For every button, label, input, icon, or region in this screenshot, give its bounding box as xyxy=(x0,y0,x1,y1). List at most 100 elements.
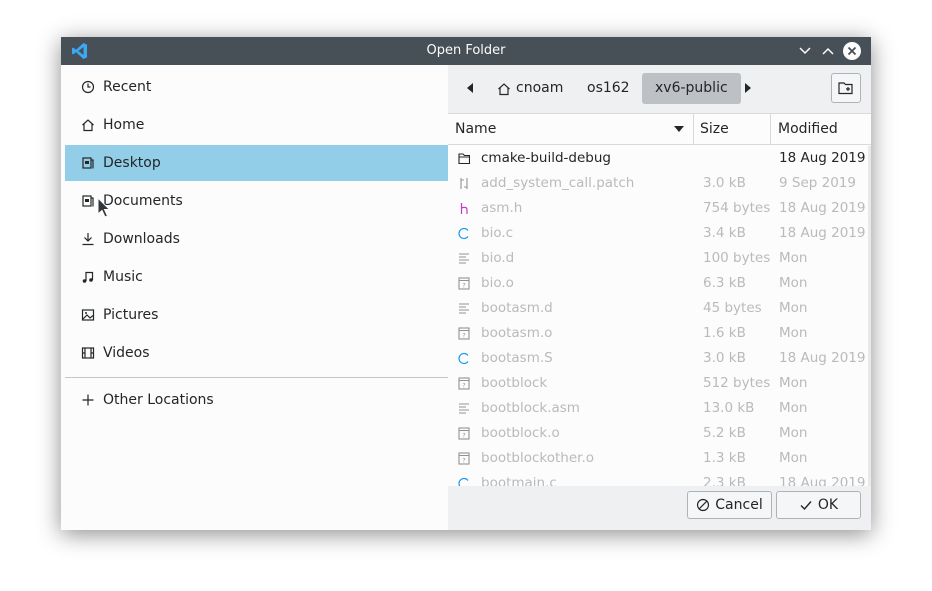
chevron-up-icon xyxy=(822,47,834,55)
file-row[interactable]: bootasm.S 3.0 kB 18 Aug 2019 xyxy=(448,346,871,371)
download-icon xyxy=(82,233,94,246)
file-name: bootblock xyxy=(481,375,548,391)
breadcrumb-label: os162 xyxy=(587,80,630,96)
sidebar-item-desktop[interactable]: Desktop xyxy=(65,145,448,181)
file-name: bio.o xyxy=(481,275,514,291)
sidebar-item-label: Videos xyxy=(103,345,150,361)
c-file-icon xyxy=(458,477,469,486)
file-size: 6.3 kB xyxy=(703,275,746,291)
videos-icon xyxy=(81,347,95,359)
unknown-file-icon: ? xyxy=(458,377,470,390)
sidebar-item-downloads[interactable]: Downloads xyxy=(65,221,448,257)
file-modified: Mon xyxy=(779,425,808,441)
ok-label: OK xyxy=(817,497,839,513)
column-header-name[interactable]: Name xyxy=(448,114,694,145)
close-icon xyxy=(843,42,861,60)
sidebar-item-label: Desktop xyxy=(103,155,161,171)
breadcrumb-item-xv6-public[interactable]: xv6-public xyxy=(642,73,741,104)
column-header-modified[interactable]: Modified xyxy=(771,114,871,145)
text-file-icon xyxy=(459,403,469,414)
patch-icon xyxy=(460,178,468,189)
svg-text:?: ? xyxy=(462,332,465,340)
title-bar[interactable]: Open Folder xyxy=(61,37,871,65)
file-modified: Mon xyxy=(779,375,808,391)
ok-button[interactable]: OK xyxy=(776,491,861,519)
unknown-file-icon: ? xyxy=(458,427,470,440)
sidebar-item-label: Recent xyxy=(103,79,152,95)
file-name: cmake-build-debug xyxy=(481,150,611,166)
file-row[interactable]: bio.c 3.4 kB 18 Aug 2019 xyxy=(448,221,871,246)
file-size: 2.3 kB xyxy=(703,475,746,486)
file-row[interactable]: ? bootblock.o 5.2 kB Mon xyxy=(448,421,871,446)
file-modified: Mon xyxy=(779,300,808,316)
text-file-icon xyxy=(459,253,469,264)
svg-text:?: ? xyxy=(462,432,465,440)
file-name: bootasm.d xyxy=(481,300,553,316)
file-list[interactable]: Name Size Modified cmake-build-debug 18 A… xyxy=(448,113,871,486)
column-header-label: Modified xyxy=(778,121,838,137)
file-row[interactable]: ? bootblock 512 bytes Mon xyxy=(448,371,871,396)
sidebar-item-music[interactable]: Music xyxy=(65,259,448,295)
file-modified: 9 Sep 2019 xyxy=(779,175,856,191)
minimize-button[interactable] xyxy=(796,42,814,60)
maximize-button[interactable] xyxy=(819,42,837,60)
triangle-left-icon xyxy=(467,83,473,93)
breadcrumb-forward-button[interactable] xyxy=(739,79,757,97)
sidebar-item-label: Downloads xyxy=(103,231,180,247)
cancel-label: Cancel xyxy=(715,497,763,513)
file-size: 13.0 kB xyxy=(703,400,755,416)
file-modified: Mon xyxy=(779,400,808,416)
file-name: asm.h xyxy=(481,200,523,216)
home-icon xyxy=(498,82,510,95)
breadcrumb-item-cnoam[interactable]: cnoam xyxy=(484,73,576,104)
file-row[interactable]: cmake-build-debug 18 Aug 2019 xyxy=(448,146,871,171)
file-size: 5.2 kB xyxy=(703,425,746,441)
new-folder-icon xyxy=(838,82,853,95)
sidebar-item-documents[interactable]: Documents xyxy=(65,183,448,219)
sidebar-item-recent[interactable]: Recent xyxy=(65,69,448,105)
file-size: 1.6 kB xyxy=(703,325,746,341)
sidebar-item-label: Other Locations xyxy=(103,392,214,408)
file-size: 3.4 kB xyxy=(703,225,746,241)
column-header-size[interactable]: Size xyxy=(694,114,771,145)
file-size: 100 bytes xyxy=(703,250,771,266)
desktop-icon xyxy=(82,157,94,169)
cancel-button[interactable]: Cancel xyxy=(687,491,772,519)
file-row[interactable]: bootblock.asm 13.0 kB Mon xyxy=(448,396,871,421)
sidebar-item-other-locations[interactable]: Other Locations xyxy=(65,382,448,418)
file-row[interactable]: asm.h 754 bytes 18 Aug 2019 xyxy=(448,196,871,221)
column-header-label: Name xyxy=(455,121,497,137)
sidebar-item-pictures[interactable]: Pictures xyxy=(65,297,448,333)
file-size: 1.3 kB xyxy=(703,450,746,466)
text-file-icon xyxy=(459,303,469,314)
triangle-right-icon xyxy=(745,83,751,93)
file-row[interactable]: bootasm.d 45 bytes Mon xyxy=(448,296,871,321)
window-title: Open Folder xyxy=(426,43,506,58)
file-row[interactable]: ? bootblockother.o 1.3 kB Mon xyxy=(448,446,871,471)
file-row[interactable]: add_system_call.patch 3.0 kB 9 Sep 2019 xyxy=(448,171,871,196)
file-browser-panel: cnoam os162 xv6-public Name Size Modifie… xyxy=(448,65,871,486)
file-row[interactable]: bio.d 100 bytes Mon xyxy=(448,246,871,271)
close-button[interactable] xyxy=(843,42,861,60)
file-name: bootmain.c xyxy=(481,475,557,486)
breadcrumb-back-button[interactable] xyxy=(461,79,479,97)
sidebar-item-home[interactable]: Home xyxy=(65,107,448,143)
file-row[interactable]: bootmain.c 2.3 kB 18 Aug 2019 xyxy=(448,471,871,486)
file-size: 45 bytes xyxy=(703,300,762,316)
file-name: bio.d xyxy=(481,250,515,266)
new-folder-button[interactable] xyxy=(831,73,861,103)
music-icon xyxy=(82,271,94,283)
sidebar-item-label: Music xyxy=(103,269,143,285)
scrollbar-track[interactable] xyxy=(868,146,871,486)
svg-text:?: ? xyxy=(462,282,465,290)
checkmark-icon xyxy=(800,501,812,511)
unknown-file-icon: ? xyxy=(458,452,470,465)
column-header-label: Size xyxy=(700,121,729,137)
breadcrumb-item-os162[interactable]: os162 xyxy=(574,73,643,104)
chevron-down-icon xyxy=(799,47,811,55)
sidebar-item-videos[interactable]: Videos xyxy=(65,335,448,371)
pictures-icon xyxy=(81,309,95,321)
file-row[interactable]: ? bootasm.o 1.6 kB Mon xyxy=(448,321,871,346)
file-row[interactable]: ? bio.o 6.3 kB Mon xyxy=(448,271,871,296)
plus-icon xyxy=(82,394,94,406)
